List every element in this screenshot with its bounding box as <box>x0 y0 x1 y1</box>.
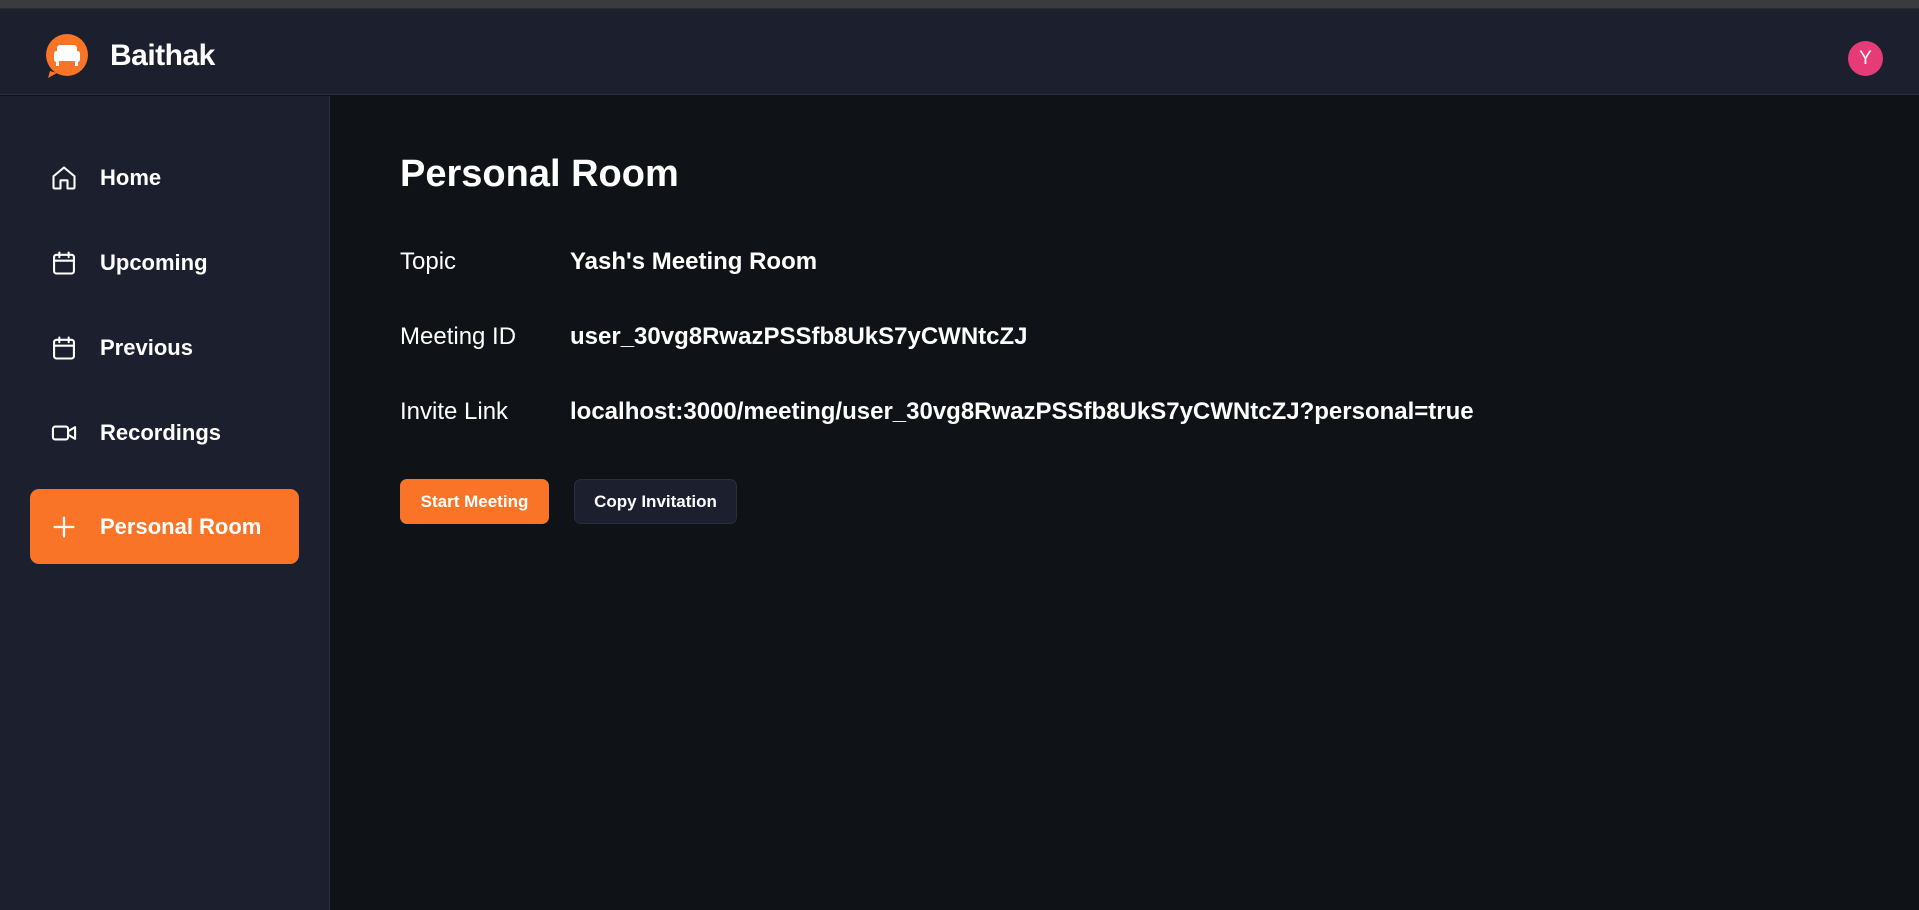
sidebar-item-label: Home <box>100 164 162 190</box>
sidebar-item-label: Personal Room <box>100 513 262 539</box>
plus-icon <box>50 513 78 541</box>
sidebar-item-previous[interactable]: Previous <box>30 310 299 385</box>
sidebar-item-home[interactable]: Home <box>30 140 299 215</box>
start-meeting-button[interactable]: Start Meeting <box>400 479 549 524</box>
sidebar: Home Upcoming Previous Recordings Person… <box>0 96 330 910</box>
detail-row-meeting-id: Meeting ID user_30vg8RwazPSSfb8UkS7yCWNt… <box>400 323 1028 351</box>
top-navbar: Baithak Y <box>0 9 1919 95</box>
detail-value: Yash's Meeting Room <box>570 248 818 275</box>
main-content: Personal Room Topic Yash's Meeting Room … <box>331 96 1919 910</box>
detail-label: Meeting ID <box>400 323 517 350</box>
brand-name: Baithak <box>110 39 215 72</box>
sidebar-item-label: Previous <box>100 334 193 360</box>
copy-invitation-button[interactable]: Copy Invitation <box>574 479 737 524</box>
page-title: Personal Room <box>400 153 679 195</box>
detail-label: Invite Link <box>400 398 509 425</box>
user-avatar[interactable]: Y <box>1848 41 1883 76</box>
sidebar-item-personal-room[interactable]: Personal Room <box>30 489 299 564</box>
sidebar-item-recordings[interactable]: Recordings <box>30 395 299 470</box>
detail-label: Topic <box>400 248 457 275</box>
detail-row-topic: Topic Yash's Meeting Room <box>400 248 817 276</box>
calendar-icon <box>50 334 78 362</box>
video-icon <box>50 419 78 447</box>
detail-value: user_30vg8RwazPSSfb8UkS7yCWNtcZJ <box>570 323 1028 350</box>
home-icon <box>50 164 78 192</box>
sidebar-item-upcoming[interactable]: Upcoming <box>30 225 299 300</box>
sidebar-item-label: Upcoming <box>100 249 208 275</box>
detail-row-invite-link: Invite Link localhost:3000/meeting/user_… <box>400 398 1474 426</box>
sofa-chat-logo-icon <box>46 34 88 78</box>
sidebar-item-label: Recordings <box>100 419 222 445</box>
browser-top-strip <box>0 0 1919 9</box>
detail-value: localhost:3000/meeting/user_30vg8RwazPSS… <box>570 398 1474 425</box>
calendar-icon <box>50 249 78 277</box>
brand[interactable]: Baithak <box>44 33 215 79</box>
